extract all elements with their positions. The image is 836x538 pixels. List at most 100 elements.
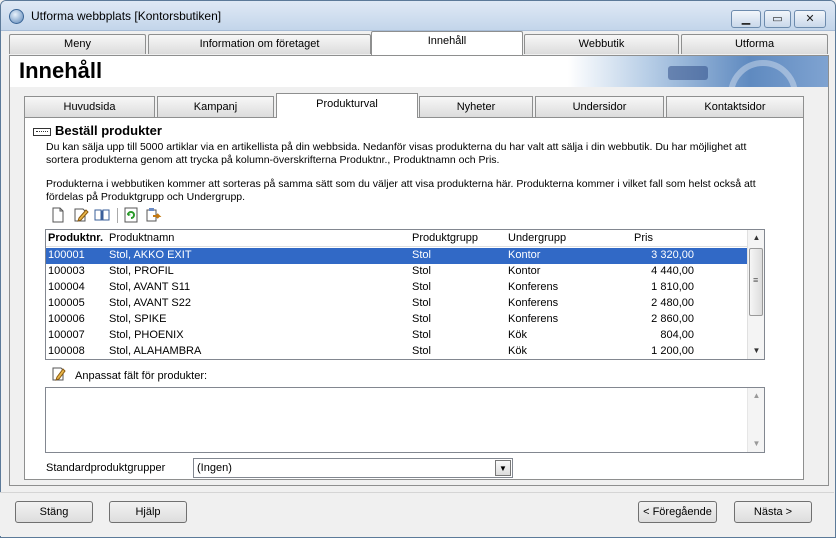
cell-pris: 1 810,00	[651, 281, 694, 293]
table-row[interactable]: 100004 Stol, AVANT S11 Stol Konferens 1 810,…	[46, 280, 747, 296]
custom-field-edit-icon	[52, 367, 66, 381]
custom-field-textarea[interactable]: ▲ ▼	[45, 387, 765, 453]
table-row[interactable]: 100006 Stol, SPIKE Stol Konferens 2 860,00	[46, 312, 747, 328]
title-bar: Utforma webbplats [Kontorsbutiken] ▁ ▭ ✕	[1, 1, 835, 31]
cell-produktnr: 100007	[48, 329, 85, 341]
standard-group-value: (Ingen)	[197, 462, 232, 474]
textarea-scroll-down-icon[interactable]: ▼	[748, 436, 765, 452]
minimize-icon: ▁	[741, 13, 751, 25]
product-table[interactable]: Produktnr. Produktnamn Produktgrupp Unde…	[45, 229, 765, 360]
collapse-section-icon[interactable]	[33, 128, 51, 136]
textarea-scroll-up-icon[interactable]: ▲	[748, 388, 765, 404]
cell-pris: 3 320,00	[651, 249, 694, 261]
cell-produktnr: 100008	[48, 345, 85, 357]
column-header-produktgrupp[interactable]: Produktgrupp	[412, 232, 478, 244]
app-icon	[9, 9, 24, 24]
tab-meny[interactable]: Meny	[9, 34, 146, 54]
cell-produktnr: 100001	[48, 249, 85, 261]
subtab-kontaktsidor[interactable]: Kontaktsidor	[666, 96, 804, 117]
export-icon[interactable]	[146, 207, 162, 223]
cell-produktnr: 100003	[48, 265, 85, 277]
cell-produktnr: 100004	[48, 281, 85, 293]
page-title: Innehåll	[19, 58, 103, 83]
cell-produktgrupp: Stol	[412, 265, 431, 277]
tab-information[interactable]: Information om företaget	[148, 34, 371, 54]
description-line-4: fördelas på Produktgrupp och Undergrupp.	[46, 191, 246, 203]
refresh-icon[interactable]	[123, 207, 139, 223]
cell-undergrupp: Kök	[508, 345, 527, 357]
window-title: Utforma webbplats [Kontorsbutiken]	[31, 9, 222, 23]
sub-tabs: Huvudsida Kampanj Produkturval Nyheter U…	[24, 93, 804, 118]
subtab-nyheter[interactable]: Nyheter	[419, 96, 533, 117]
cell-produktgrupp: Stol	[412, 313, 431, 325]
description-line-2: sortera produkterna genom att trycka på …	[46, 154, 500, 166]
scroll-down-icon[interactable]: ▼	[748, 343, 765, 359]
table-row[interactable]: 100007 Stol, PHOENIX Stol Kök 804,00	[46, 328, 747, 344]
close-button[interactable]: Stäng	[15, 501, 93, 523]
cell-pris: 4 440,00	[651, 265, 694, 277]
header-banner-image	[568, 56, 828, 87]
subtab-huvudsida[interactable]: Huvudsida	[24, 96, 155, 117]
cell-produktnr: 100006	[48, 313, 85, 325]
help-button[interactable]: Hjälp	[109, 501, 187, 523]
cell-produktnamn: Stol, ALAHAMBRA	[109, 345, 202, 357]
table-row[interactable]: 100008 Stol, ALAHAMBRA Stol Kök 1 200,00	[46, 344, 747, 360]
cell-undergrupp: Kontor	[508, 265, 541, 277]
cell-produktnamn: Stol, AVANT S11	[109, 281, 191, 293]
cell-produktgrupp: Stol	[412, 329, 431, 341]
subtab-produkturval[interactable]: Produkturval	[276, 93, 418, 118]
section-title: Beställ produkter	[55, 123, 162, 138]
cell-pris: 2 860,00	[651, 313, 694, 325]
cell-pris: 1 200,00	[651, 345, 694, 357]
column-header-undergrupp[interactable]: Undergrupp	[508, 232, 566, 244]
column-header-produktnamn[interactable]: Produktnamn	[109, 232, 174, 244]
cell-undergrupp: Konferens	[508, 281, 559, 293]
table-row[interactable]: 100005 Stol, AVANT S22 Stol Konferens 2 480,…	[46, 296, 747, 312]
table-row[interactable]: 100001 Stol, AKKO EXIT Stol Kontor 3 320,00	[46, 248, 747, 264]
close-window-button[interactable]: ✕	[794, 10, 826, 28]
cell-produktnamn: Stol, AVANT S22	[109, 297, 191, 309]
subtab-kampanj[interactable]: Kampanj	[157, 96, 274, 117]
column-header-pris[interactable]: Pris	[634, 232, 653, 244]
subtab-undersidor[interactable]: Undersidor	[535, 96, 664, 117]
cell-undergrupp: Kök	[508, 329, 527, 341]
toolbar-separator	[117, 208, 118, 223]
standard-group-select[interactable]: (Ingen) ▼	[193, 458, 513, 478]
cell-produktgrupp: Stol	[412, 249, 431, 261]
cell-undergrupp: Konferens	[508, 297, 559, 309]
page-header: Innehåll	[9, 55, 829, 87]
cell-produktnamn: Stol, SPIKE	[109, 313, 167, 325]
cell-undergrupp: Konferens	[508, 313, 559, 325]
cell-pris: 804,00	[660, 329, 694, 341]
maximize-icon: ▭	[772, 13, 783, 25]
cell-produktnamn: Stol, PROFIL	[109, 265, 174, 277]
maximize-button[interactable]: ▭	[764, 10, 791, 28]
cell-produktgrupp: Stol	[412, 297, 431, 309]
tab-innehall[interactable]: Innehåll	[371, 31, 523, 55]
book-icon[interactable]	[94, 207, 110, 223]
next-button[interactable]: Nästa >	[734, 501, 812, 523]
cell-produktgrupp: Stol	[412, 281, 431, 293]
table-scrollbar[interactable]: ▲ ▼	[747, 230, 764, 359]
minimize-button[interactable]: ▁	[731, 10, 761, 28]
table-header: Produktnr. Produktnamn Produktgrupp Unde…	[46, 230, 748, 247]
textarea-scrollbar[interactable]: ▲ ▼	[747, 388, 764, 452]
cell-undergrupp: Kontor	[508, 249, 541, 261]
standard-group-label: Standardproduktgrupper	[46, 462, 166, 474]
cell-produktnamn: Stol, PHOENIX	[109, 329, 184, 341]
previous-button[interactable]: < Föregående	[638, 501, 717, 523]
scroll-up-icon[interactable]: ▲	[748, 230, 765, 246]
tab-utforma[interactable]: Utforma	[681, 34, 828, 54]
scroll-thumb[interactable]	[749, 248, 763, 316]
main-tabs: Meny Information om företaget Innehåll W…	[9, 31, 829, 55]
column-header-produktnr[interactable]: Produktnr.	[48, 232, 103, 244]
cell-produktnr: 100005	[48, 297, 85, 309]
new-icon[interactable]	[50, 207, 66, 223]
custom-field-label: Anpassat fält för produkter:	[75, 370, 208, 382]
edit-icon[interactable]	[73, 207, 89, 223]
dropdown-arrow-icon[interactable]: ▼	[495, 460, 511, 476]
cell-produktnamn: Stol, AKKO EXIT	[109, 249, 192, 261]
cell-produktgrupp: Stol	[412, 345, 431, 357]
table-row[interactable]: 100003 Stol, PROFIL Stol Kontor 4 440,00	[46, 264, 747, 280]
tab-webbutik[interactable]: Webbutik	[524, 34, 679, 54]
